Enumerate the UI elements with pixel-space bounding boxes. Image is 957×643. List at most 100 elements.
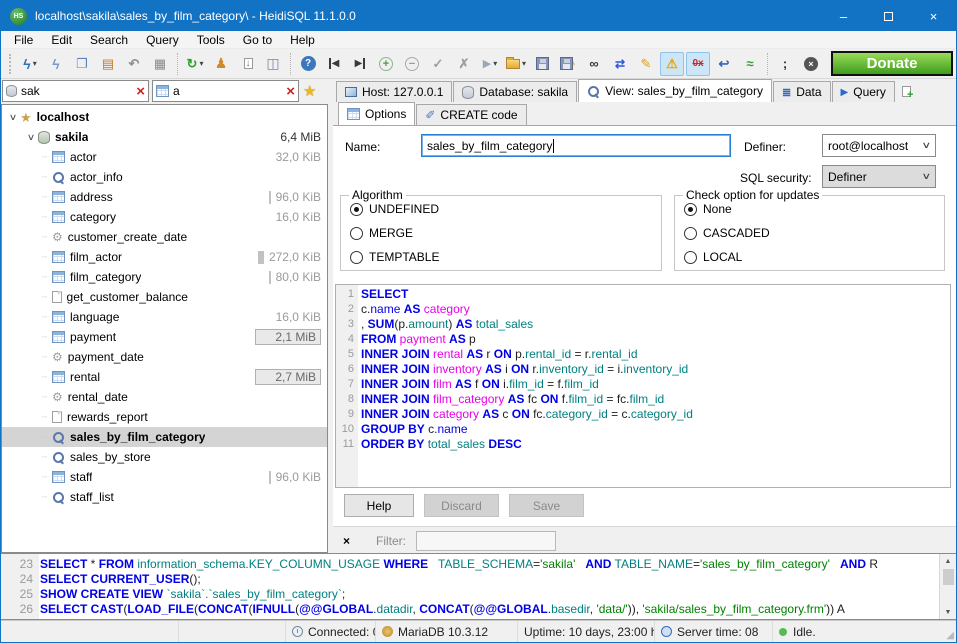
tree-item-staff[interactable]: ┈staff96,0 KiB: [2, 467, 327, 487]
radio-icon[interactable]: [350, 203, 363, 216]
view-name-input[interactable]: sales_by_film_category: [421, 134, 731, 157]
delete-record-button[interactable]: −: [400, 52, 424, 76]
data-copy-button[interactable]: ◫: [261, 52, 285, 76]
dropdown-caret-icon[interactable]: ▾: [493, 59, 497, 68]
definer-combobox[interactable]: root@localhost ∨: [822, 134, 936, 157]
clear-database-filter-icon[interactable]: ×: [136, 84, 145, 99]
scroll-thumb[interactable]: [943, 569, 954, 585]
log-scrollbar[interactable]: ▲ ▼: [939, 554, 956, 619]
undo-button[interactable]: ↶: [122, 52, 146, 76]
load-sql-file-button[interactable]: ▾: [504, 52, 528, 76]
tree-item-rewards_report[interactable]: ┈rewards_report: [2, 407, 327, 427]
new-query-tab-button[interactable]: +: [896, 81, 919, 102]
radio-icon[interactable]: [684, 227, 697, 240]
save-as-button[interactable]: ✎: [556, 52, 580, 76]
toolbar-grip[interactable]: [9, 54, 13, 74]
menu-help[interactable]: Help: [281, 31, 324, 48]
tab-data[interactable]: ≣Data: [773, 81, 831, 102]
radio-icon[interactable]: [684, 203, 697, 216]
edit-button[interactable]: ✎: [634, 52, 658, 76]
go-last-button[interactable]: ▶: [348, 52, 372, 76]
menu-file[interactable]: File: [5, 31, 42, 48]
dropdown-caret-icon[interactable]: ▾: [522, 59, 526, 68]
radio-icon[interactable]: [350, 251, 363, 264]
refresh-button[interactable]: ↻▾: [183, 52, 207, 76]
tree-item-get_customer_balance[interactable]: ┈▸get_customer_balance: [2, 287, 327, 307]
tree-item-language[interactable]: ┈language16,0 KiB: [2, 307, 327, 327]
help-button[interactable]: ?: [296, 52, 320, 76]
radio-check-cascaded[interactable]: CASCADED: [675, 222, 944, 244]
sql-log-panel[interactable]: 23SELECT * FROM information_schema.KEY_C…: [1, 553, 956, 620]
cancel-editing-button[interactable]: ✗: [452, 52, 476, 76]
reformat-sql-button[interactable]: ≈: [738, 52, 762, 76]
find-button[interactable]: ∞: [582, 52, 606, 76]
subtab-options[interactable]: Options: [338, 102, 415, 125]
menu-query[interactable]: Query: [137, 31, 188, 48]
database-filter-input[interactable]: sak ×: [2, 80, 149, 102]
radio-check-local[interactable]: LOCAL: [675, 246, 944, 268]
save-button[interactable]: [530, 52, 554, 76]
filter-input[interactable]: [416, 531, 556, 551]
dropdown-caret-icon[interactable]: ▾: [33, 59, 37, 68]
subtab-create-code[interactable]: ✐CREATE code: [416, 104, 526, 125]
scroll-down-icon[interactable]: ▼: [945, 605, 952, 619]
radio-algorithm-merge[interactable]: MERGE: [341, 222, 661, 244]
menu-go-to[interactable]: Go to: [234, 31, 281, 48]
tree-item-actor[interactable]: ┈actor32,0 KiB: [2, 147, 327, 167]
stop-button[interactable]: ×: [799, 52, 823, 76]
paste-button[interactable]: ▤: [96, 52, 120, 76]
post-changes-button[interactable]: ✓: [426, 52, 450, 76]
radio-icon[interactable]: [684, 251, 697, 264]
delimiter-button[interactable]: ;: [773, 52, 797, 76]
help-button[interactable]: Help: [344, 494, 414, 517]
tree-item-film_category[interactable]: ┈film_category80,0 KiB: [2, 267, 327, 287]
disconnect-button[interactable]: ϟ: [44, 52, 68, 76]
minimize-button[interactable]: –: [821, 1, 866, 31]
clear-table-filter-icon[interactable]: ×: [286, 84, 295, 99]
radio-algorithm-temptable[interactable]: TEMPTABLE: [341, 246, 661, 268]
tree-item-category[interactable]: ┈category16,0 KiB: [2, 207, 327, 227]
scroll-up-icon[interactable]: ▲: [945, 554, 952, 568]
radio-icon[interactable]: [350, 227, 363, 240]
hex-view-toggle[interactable]: 0x: [686, 52, 710, 76]
sql-security-combobox[interactable]: Definer ∨: [822, 165, 936, 188]
connect-button[interactable]: ϟ▾: [18, 52, 42, 76]
print-button[interactable]: ▦: [148, 52, 172, 76]
tree-item-film_actor[interactable]: ┈film_actor272,0 KiB: [2, 247, 327, 267]
tab-query[interactable]: ▶Query: [832, 81, 895, 102]
word-wrap-button[interactable]: ↩: [712, 52, 736, 76]
dropdown-caret-icon[interactable]: ▾: [199, 59, 203, 68]
tree-item-address[interactable]: ┈address96,0 KiB: [2, 187, 327, 207]
warnings-toggle[interactable]: ⚠: [660, 52, 684, 76]
table-filter-input[interactable]: a ×: [152, 80, 299, 102]
tab-host-127-0-0-1[interactable]: Host: 127.0.0.1: [336, 81, 452, 102]
view-sql-editor[interactable]: 1SELECT2c.name AS category3, SUM(p.amoun…: [335, 284, 951, 488]
add-record-button[interactable]: +: [374, 52, 398, 76]
go-first-button[interactable]: ◀: [322, 52, 346, 76]
tree-item-rental_date[interactable]: ┈⚙rental_date: [2, 387, 327, 407]
tab-view-sales-by-film-category[interactable]: View: sales_by_film_category: [578, 79, 772, 102]
chevron-expanded-icon[interactable]: ∨: [22, 132, 40, 143]
close-button[interactable]: ×: [911, 1, 956, 31]
maximize-button[interactable]: [866, 1, 911, 31]
resize-grip[interactable]: ◢: [946, 630, 954, 641]
tree-item-actor_info[interactable]: ┈actor_info: [2, 167, 327, 187]
tab-database-sakila[interactable]: Database: sakila: [453, 81, 577, 102]
menu-edit[interactable]: Edit: [42, 31, 81, 48]
donate-button[interactable]: Donate: [831, 51, 953, 76]
tree-item-payment[interactable]: ┈payment2,1 MiB: [2, 327, 327, 347]
tree-item-customer_create_date[interactable]: ┈⚙customer_create_date: [2, 227, 327, 247]
favorites-star-icon[interactable]: ★: [303, 82, 316, 100]
tree-item-sakila[interactable]: ∨sakila6,4 MiB: [2, 127, 327, 147]
copy-button[interactable]: ❐: [70, 52, 94, 76]
menu-tools[interactable]: Tools: [188, 31, 234, 48]
tree-item-localhost[interactable]: ∨★localhost: [2, 107, 327, 127]
chevron-expanded-icon[interactable]: ∨: [4, 112, 22, 123]
tree-item-sales_by_store[interactable]: ┈sales_by_store: [2, 447, 327, 467]
export-database-button[interactable]: ↓: [235, 52, 259, 76]
tree-item-rental[interactable]: ┈rental2,7 MiB: [2, 367, 327, 387]
user-manager-button[interactable]: ♟: [209, 52, 233, 76]
close-filter-icon[interactable]: ×: [343, 534, 350, 548]
menu-search[interactable]: Search: [81, 31, 137, 48]
tree-item-payment_date[interactable]: ┈⚙payment_date: [2, 347, 327, 367]
